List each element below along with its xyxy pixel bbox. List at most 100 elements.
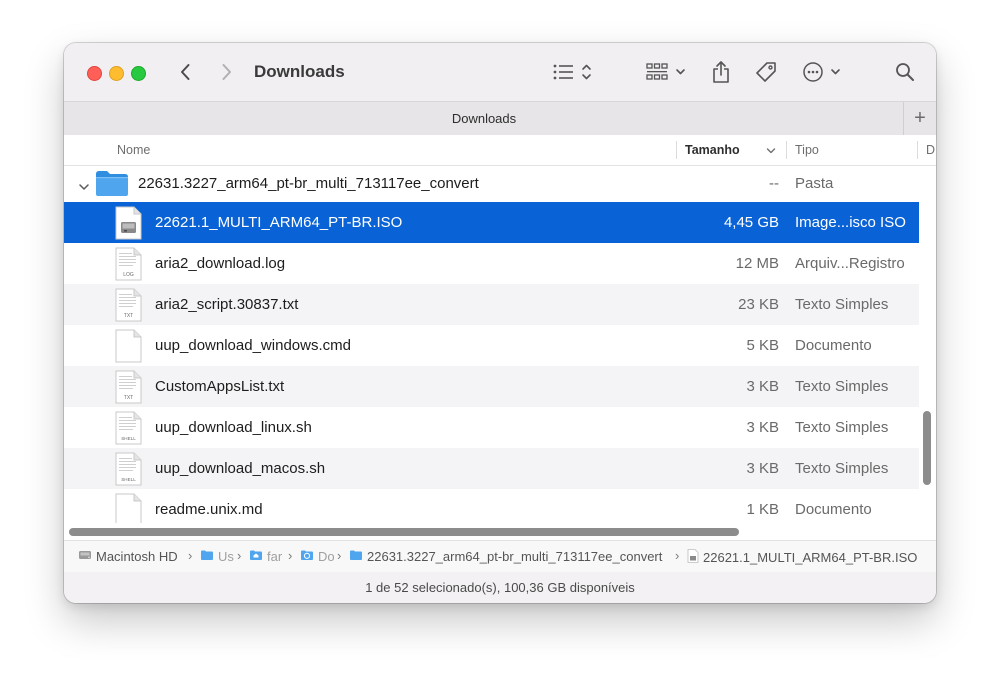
path-separator: › — [675, 548, 680, 563]
file-kind: Documento — [795, 337, 872, 354]
column-divider[interactable] — [676, 141, 677, 159]
file-kind: Texto Simples — [795, 460, 889, 477]
folder-kind: Pasta — [795, 175, 834, 192]
close-button[interactable] — [87, 66, 102, 81]
column-extra[interactable]: D — [926, 143, 935, 157]
window-title: Downloads — [254, 62, 345, 81]
hard-drive-icon — [78, 549, 92, 564]
path-item-macintosh-hd[interactable]: Macintosh HD — [78, 549, 178, 564]
path-label: 22631.3227_arm64_pt-br_multi_713117ee_co… — [367, 549, 663, 564]
file-kind: Texto Simples — [795, 296, 889, 313]
share-icon[interactable] — [709, 59, 733, 85]
file-size: 3 KB — [746, 378, 779, 395]
chevron-right-icon[interactable] — [216, 61, 238, 83]
path-bar: Macintosh HD › Us › far › Do › 22631.322… — [64, 540, 936, 573]
document-icon — [114, 493, 142, 523]
file-name: aria2_download.log — [155, 255, 286, 272]
shell-file-icon: SHELL — [114, 411, 142, 450]
file-size: 1 KB — [746, 501, 779, 518]
path-label: Us — [218, 549, 234, 564]
column-kind[interactable]: Tipo — [795, 143, 819, 157]
minimize-button[interactable] — [109, 66, 124, 81]
column-header: Nome Tamanho Tipo D — [64, 135, 936, 166]
file-row-selected[interactable]: 22621.1_MULTI_ARM64_PT-BR.ISO 4,45 GB Im… — [64, 202, 919, 243]
list-view-icon[interactable] — [552, 61, 596, 83]
status-bar: 1 de 52 selecionado(s), 100,36 GB dispon… — [64, 572, 936, 603]
column-divider[interactable] — [786, 141, 787, 159]
disk-image-icon — [114, 206, 142, 245]
path-item-downloads[interactable]: Do — [300, 549, 335, 564]
path-item-folder[interactable]: 22631.3227_arm64_pt-br_multi_713117ee_co… — [349, 549, 662, 564]
status-text: 1 de 52 selecionado(s), 100,36 GB dispon… — [365, 580, 635, 595]
zoom-button[interactable] — [131, 66, 146, 81]
file-kind: Arquiv...Registro — [795, 255, 905, 272]
document-icon — [114, 329, 142, 368]
file-name: CustomAppsList.txt — [155, 378, 285, 395]
path-item-file[interactable]: 22621.1_MULTI_ARM64_PT-BR.ISO — [687, 549, 917, 566]
folder-icon — [349, 549, 363, 564]
file-kind: Texto Simples — [795, 419, 889, 436]
text-file-icon: TXT — [114, 288, 142, 327]
chevron-left-icon[interactable] — [174, 61, 196, 83]
path-label: Macintosh HD — [96, 549, 178, 564]
folder-icon — [94, 168, 130, 203]
column-size[interactable]: Tamanho — [685, 143, 740, 157]
file-row[interactable]: LOG aria2_download.log 12 MB Arquiv...Re… — [64, 243, 919, 284]
file-badge: SHELL — [121, 477, 136, 482]
disclosure-chevron-down-icon[interactable] — [78, 179, 90, 197]
file-name: readme.unix.md — [155, 501, 263, 518]
file-row[interactable]: readme.unix.md 1 KB Documento — [64, 489, 919, 523]
file-name: 22621.1_MULTI_ARM64_PT-BR.ISO — [155, 214, 403, 231]
group-icon[interactable] — [646, 61, 690, 83]
file-name: uup_download_macos.sh — [155, 460, 326, 477]
downloads-folder-icon — [300, 549, 314, 564]
path-label: Do — [318, 549, 335, 564]
vertical-scrollbar[interactable] — [923, 411, 931, 485]
path-label: far — [267, 549, 283, 564]
file-size: 23 KB — [738, 296, 779, 313]
path-separator: › — [237, 548, 242, 563]
path-label: 22621.1_MULTI_ARM64_PT-BR.ISO — [703, 550, 918, 565]
file-badge: TXT — [124, 395, 133, 401]
file-size: 12 MB — [735, 255, 779, 272]
sort-chevron-down-icon[interactable] — [765, 145, 777, 157]
file-row[interactable]: uup_download_windows.cmd 5 KB Documento — [64, 325, 919, 366]
tab-downloads[interactable]: Downloads — [64, 111, 904, 126]
file-badge: TXT — [124, 313, 133, 319]
new-tab-button[interactable]: + — [903, 102, 936, 135]
log-file-icon: LOG — [114, 247, 142, 286]
file-badge: SHELL — [121, 436, 136, 441]
search-icon[interactable] — [894, 61, 916, 83]
file-size: 4,45 GB — [723, 214, 779, 231]
file-size: 3 KB — [746, 419, 779, 436]
path-item-users[interactable]: Us — [200, 549, 234, 564]
file-row[interactable]: SHELL uup_download_macos.sh 3 KB Texto S… — [64, 448, 919, 489]
path-separator: › — [337, 548, 342, 563]
file-list: 22631.3227_arm64_pt-br_multi_713117ee_co… — [64, 166, 919, 523]
more-icon[interactable] — [802, 61, 846, 83]
path-item-home[interactable]: far — [249, 549, 282, 564]
folder-icon — [200, 549, 214, 564]
folder-row[interactable]: 22631.3227_arm64_pt-br_multi_713117ee_co… — [64, 166, 919, 207]
file-name: uup_download_linux.sh — [155, 419, 312, 436]
disk-image-icon — [687, 549, 699, 566]
file-name: uup_download_windows.cmd — [155, 337, 351, 354]
file-size: 3 KB — [746, 460, 779, 477]
text-file-icon: TXT — [114, 370, 142, 409]
file-row[interactable]: SHELL uup_download_linux.sh 3 KB Texto S… — [64, 407, 919, 448]
column-divider[interactable] — [917, 141, 918, 159]
folder-name: 22631.3227_arm64_pt-br_multi_713117ee_co… — [138, 175, 479, 192]
file-badge: LOG — [123, 272, 134, 278]
tab-bar: Downloads + — [64, 101, 936, 136]
file-kind: Documento — [795, 501, 872, 518]
file-row[interactable]: TXT CustomAppsList.txt 3 KB Texto Simple… — [64, 366, 919, 407]
file-size: 5 KB — [746, 337, 779, 354]
file-row[interactable]: TXT aria2_script.30837.txt 23 KB Texto S… — [64, 284, 919, 325]
horizontal-scrollbar[interactable] — [69, 528, 739, 536]
finder-window: Downloads Downloads + Nome Tamanho Tipo … — [64, 43, 936, 603]
tag-icon[interactable] — [754, 60, 778, 84]
column-name[interactable]: Nome — [117, 143, 150, 157]
file-kind: Texto Simples — [795, 378, 889, 395]
path-separator: › — [188, 548, 193, 563]
file-kind: Image...isco ISO — [795, 214, 906, 231]
